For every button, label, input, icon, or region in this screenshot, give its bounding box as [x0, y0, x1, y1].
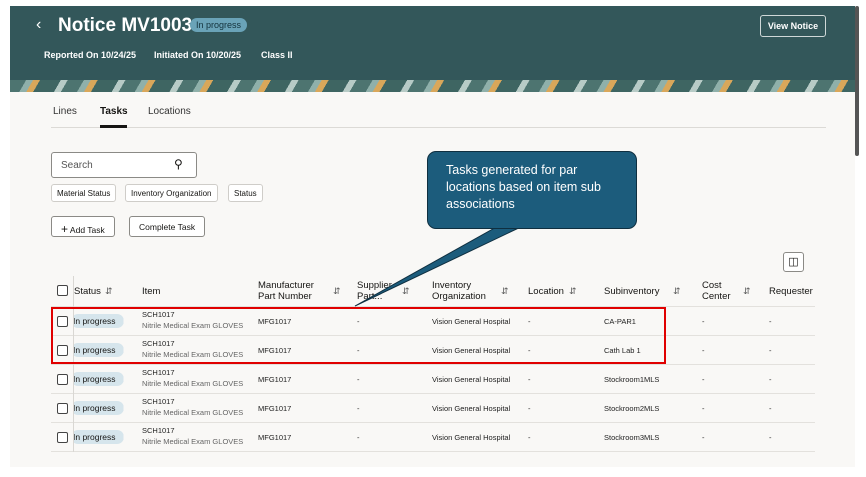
item-description: Nitrile Medical Exam GLOVES	[142, 379, 244, 388]
table-row[interactable]: In progress SCH1017 Nitrile Medical Exam …	[51, 394, 815, 423]
cost-center: -	[702, 317, 705, 326]
status-pill: In progress	[72, 430, 124, 444]
inventory-organization: Vision General Hospital	[432, 404, 511, 413]
view-notice-button[interactable]: View Notice	[760, 15, 826, 37]
add-task-button[interactable]: + Add Task	[51, 216, 115, 237]
subinventory: Stockroom1MLS	[604, 375, 660, 384]
subinventory: Stockroom2MLS	[604, 404, 660, 413]
header-manufacturer-part-number[interactable]: Manufacturer Part Number	[258, 280, 328, 302]
item-number: SCH1017	[142, 368, 175, 377]
supplier-part: -	[357, 375, 360, 384]
initiated-date: Initiated On 10/20/25	[154, 50, 242, 60]
select-all-checkbox[interactable]	[57, 285, 68, 296]
page-title: Notice MV1003	[58, 15, 193, 36]
filter-status[interactable]: Status	[228, 184, 263, 202]
requester: -	[769, 317, 772, 326]
manufacturer-part-number: MFG1017	[258, 375, 292, 384]
scrollbar[interactable]	[855, 6, 859, 156]
cost-center: -	[702, 346, 705, 355]
cost-center: -	[702, 404, 705, 413]
requester: -	[769, 346, 772, 355]
complete-task-button[interactable]: Complete Task	[129, 216, 206, 237]
table-row[interactable]: In progress SCH1017 Nitrile Medical Exam …	[51, 365, 815, 394]
row-checkbox[interactable]	[57, 432, 68, 443]
cost-center: -	[702, 375, 705, 384]
header-item[interactable]: Item	[142, 286, 160, 297]
header-pattern	[10, 80, 855, 92]
header-requester[interactable]: Requester	[769, 286, 815, 297]
status-pill: In progress	[72, 401, 124, 415]
item-number: SCH1017	[142, 426, 175, 435]
tab-lines[interactable]: Lines	[53, 106, 77, 117]
status-pill: In progress	[72, 372, 124, 386]
requester: -	[769, 433, 772, 442]
callout-annotation: Tasks generated for par locations based …	[427, 151, 637, 229]
manufacturer-part-number: MFG1017	[258, 433, 292, 442]
table-row[interactable]: In progress SCH1017 Nitrile Medical Exam …	[51, 423, 815, 452]
sort-icon[interactable]: ⇵	[739, 286, 751, 297]
sort-icon[interactable]: ⇵	[101, 286, 113, 297]
inventory-organization: Vision General Hospital	[432, 375, 511, 384]
highlight-box	[51, 307, 666, 364]
status-badge: In progress	[190, 18, 248, 32]
item-description: Nitrile Medical Exam GLOVES	[142, 437, 244, 446]
tab-tasks[interactable]: Tasks	[100, 106, 128, 117]
search-icon[interactable]: ⚲	[174, 157, 183, 171]
sort-icon[interactable]: ⇵	[329, 286, 341, 297]
frozen-column-divider	[73, 276, 74, 452]
add-task-label: Add Task	[69, 225, 105, 235]
inventory-organization: Vision General Hospital	[432, 433, 511, 442]
subinventory: Stockroom3MLS	[604, 433, 660, 442]
location: -	[528, 433, 531, 442]
item-description: Nitrile Medical Exam GLOVES	[142, 408, 244, 417]
row-checkbox[interactable]	[57, 374, 68, 385]
sort-icon[interactable]: ⇵	[565, 286, 577, 297]
cost-center: -	[702, 433, 705, 442]
row-checkbox[interactable]	[57, 403, 68, 414]
location: -	[528, 375, 531, 384]
tab-divider	[51, 127, 826, 128]
filter-material-status[interactable]: Material Status	[51, 184, 117, 202]
callout-pointer	[354, 224, 526, 307]
supplier-part: -	[357, 404, 360, 413]
tab-locations[interactable]: Locations	[148, 106, 191, 117]
plus-icon: +	[61, 222, 69, 236]
column-toggle-icon[interactable]: ◫	[783, 252, 804, 272]
supplier-part: -	[357, 433, 360, 442]
sort-icon[interactable]: ⇵	[669, 286, 681, 297]
requester: -	[769, 375, 772, 384]
filter-inventory-organization[interactable]: Inventory Organization	[125, 184, 218, 202]
header-cost-center[interactable]: Cost Center	[702, 280, 742, 302]
reported-date: Reported On 10/24/25	[44, 50, 137, 60]
header-subinventory[interactable]: Subinventory	[604, 286, 659, 297]
tab-selected-indicator	[100, 125, 127, 128]
back-chevron-icon[interactable]: ‹	[36, 16, 41, 34]
item-number: SCH1017	[142, 397, 175, 406]
header-status-label: Status	[74, 286, 101, 297]
manufacturer-part-number: MFG1017	[258, 404, 292, 413]
notice-class: Class II	[261, 50, 293, 60]
requester: -	[769, 404, 772, 413]
location: -	[528, 404, 531, 413]
